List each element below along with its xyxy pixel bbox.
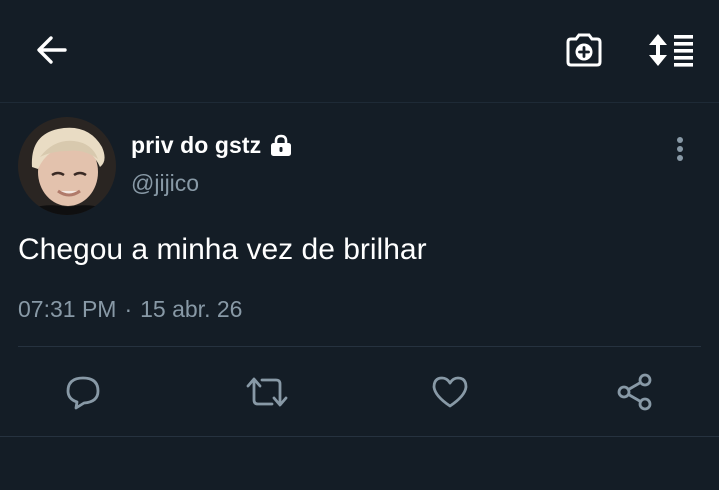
divider	[18, 346, 701, 347]
camera-button[interactable]	[560, 26, 608, 74]
user-handle[interactable]: @jijico	[131, 170, 199, 197]
retweet-button[interactable]	[245, 370, 289, 414]
arrow-left-icon	[37, 36, 67, 64]
tweet-date: 15 abr. 26	[140, 296, 243, 322]
display-name-row: priv do gstz	[131, 128, 294, 162]
top-app-bar	[0, 0, 719, 103]
camera-plus-icon	[566, 33, 602, 67]
sort-button[interactable]	[644, 26, 700, 74]
retweet-icon	[246, 377, 288, 407]
avatar[interactable]	[18, 117, 116, 215]
display-name[interactable]: priv do gstz	[131, 132, 261, 159]
more-options-button[interactable]	[664, 132, 696, 166]
back-button[interactable]	[28, 28, 76, 72]
tweet-time: 07:31 PM	[18, 296, 117, 322]
vertical-dots-icon	[677, 137, 683, 161]
tweet-timestamp: 07:31 PM · 15 abr. 26	[18, 296, 242, 323]
reply-icon	[66, 376, 100, 410]
sort-list-icon	[649, 34, 693, 67]
avatar-photo	[18, 117, 116, 215]
share-icon	[617, 373, 652, 411]
action-bar	[0, 348, 719, 437]
tweet-detail-screen: priv do gstz @jijico Chegou a minha vez …	[0, 0, 719, 490]
heart-icon	[432, 376, 468, 408]
meta-separator: ·	[124, 296, 133, 322]
reply-button[interactable]	[61, 370, 105, 414]
lock-icon	[268, 132, 294, 158]
tweet-text: Chegou a minha vez de brilhar	[18, 233, 427, 266]
like-button[interactable]	[428, 370, 472, 414]
share-button[interactable]	[613, 370, 657, 414]
